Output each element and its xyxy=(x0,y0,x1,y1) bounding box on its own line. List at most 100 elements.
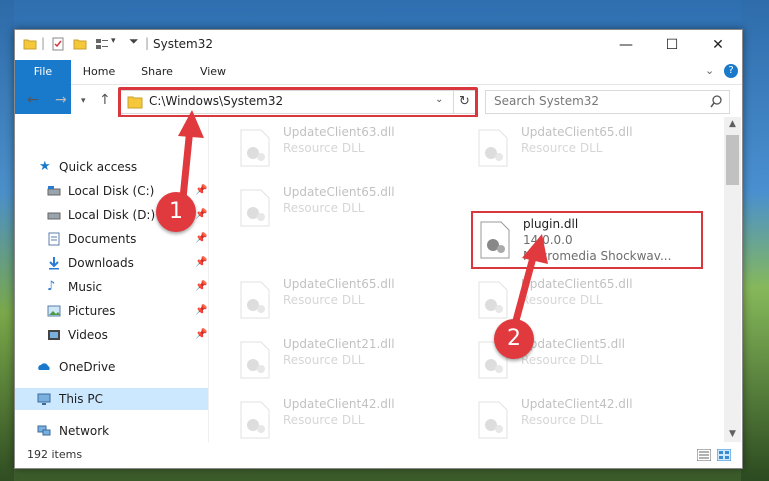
file-item[interactable]: UpdateClient42.dll Resource DLL xyxy=(471,393,699,442)
properties-icon[interactable] xyxy=(51,37,65,51)
file-item[interactable]: UpdateClient65.dll Resource DLL xyxy=(471,121,699,175)
search-input[interactable]: Search System32 xyxy=(494,94,599,108)
file-type: Resource DLL xyxy=(283,201,365,215)
network-icon xyxy=(37,425,51,436)
videos-icon xyxy=(48,330,60,340)
sidebar-item-label: Local Disk (D:) xyxy=(68,208,156,222)
step-badge-1: 1 xyxy=(156,192,196,232)
new-folder-icon[interactable] xyxy=(73,37,87,51)
maximize-button[interactable]: ☐ xyxy=(649,30,695,60)
title-bar: | ▾ ⏷ | System32 — ☐ ✕ xyxy=(15,30,742,60)
pin-icon[interactable]: 📌 xyxy=(195,324,207,346)
sidebar-item-this-pc[interactable]: This PC xyxy=(15,388,208,410)
sidebar-item-label: This PC xyxy=(59,392,103,406)
help-icon[interactable]: ? xyxy=(724,64,738,78)
sidebar-item-label: Music xyxy=(68,280,103,294)
search-box[interactable]: Search System32 xyxy=(485,90,730,114)
window-title: System32 xyxy=(153,37,214,51)
dll-file-icon xyxy=(240,341,270,379)
drive-icon xyxy=(47,186,61,196)
pin-icon[interactable]: 📌 xyxy=(195,276,207,298)
music-icon: ♪ xyxy=(47,279,56,294)
explorer-window: | ▾ ⏷ | System32 — ☐ ✕ File Home Share V… xyxy=(14,29,743,469)
step-badge-2: 2 xyxy=(494,319,534,359)
item-count: 192 items xyxy=(27,448,83,461)
dll-file-icon xyxy=(240,129,270,167)
dll-file-icon xyxy=(240,401,270,439)
back-arrow-icon[interactable]: ← xyxy=(27,92,39,108)
onedrive-icon xyxy=(38,363,50,370)
separator: | xyxy=(41,36,46,50)
file-type: Resource DLL xyxy=(283,141,365,155)
forward-arrow-icon[interactable]: → xyxy=(55,92,67,108)
sidebar-item-music[interactable]: ♪ Music 📌 xyxy=(15,276,208,298)
sidebar-item-network[interactable]: Network xyxy=(15,420,208,442)
sidebar-item-label: OneDrive xyxy=(59,360,116,374)
search-icon xyxy=(710,95,722,108)
documents-icon xyxy=(48,232,60,246)
sidebar-item-label: Network xyxy=(59,424,110,438)
status-bar: 192 items xyxy=(15,442,742,468)
file-item[interactable]: UpdateClient65.dll Resource DLL xyxy=(233,273,461,327)
expand-ribbon-icon[interactable]: ⌄ xyxy=(705,64,714,77)
navigation-bar: ← → ▾ ↑ C:\Windows\System32 ⌄ ↻ Search S… xyxy=(15,85,742,118)
large-icons-view-icon[interactable] xyxy=(717,449,731,461)
close-button[interactable]: ✕ xyxy=(695,30,741,60)
sidebar-item-pictures[interactable]: Pictures 📌 xyxy=(15,300,208,322)
file-item[interactable]: UpdateClient65.dll Resource DLL xyxy=(233,181,461,235)
sidebar-item-onedrive[interactable]: OneDrive xyxy=(15,356,208,378)
dropdown-arrow-icon[interactable]: ▾ xyxy=(111,36,116,46)
file-name: plugin.dll xyxy=(523,217,579,231)
dll-file-icon xyxy=(240,189,270,227)
file-item[interactable]: UpdateClient21.dll Resource DLL xyxy=(233,333,461,387)
file-list: UpdateClient63.dll Resource DLL UpdateCl… xyxy=(209,117,724,442)
dll-file-icon xyxy=(478,129,508,167)
file-name: UpdateClient65.dll xyxy=(521,125,633,139)
sidebar-item-downloads[interactable]: Downloads 📌 xyxy=(15,252,208,274)
vertical-scrollbar[interactable]: ▲ ▼ xyxy=(724,117,741,442)
tab-home[interactable]: Home xyxy=(77,60,121,84)
pictures-icon xyxy=(47,305,61,317)
pin-icon[interactable]: 📌 xyxy=(195,228,207,250)
tab-view[interactable]: View xyxy=(191,60,235,84)
file-type: Resource DLL xyxy=(283,353,365,367)
file-name: UpdateClient42.dll xyxy=(521,397,633,411)
dll-file-icon xyxy=(240,281,270,319)
view-options-icon[interactable] xyxy=(95,37,109,51)
details-view-icon[interactable] xyxy=(697,449,711,461)
drive-icon xyxy=(47,212,61,220)
sidebar-item-label: Documents xyxy=(68,232,137,246)
pin-icon[interactable]: 📌 xyxy=(195,300,207,322)
sidebar-item-label: Pictures xyxy=(68,304,116,318)
dll-file-icon xyxy=(478,401,508,439)
scroll-down-icon[interactable]: ▼ xyxy=(724,429,741,439)
pin-icon[interactable]: 📌 xyxy=(195,252,207,274)
recent-locations-icon[interactable]: ▾ xyxy=(81,96,86,106)
scroll-up-icon[interactable]: ▲ xyxy=(724,119,741,129)
this-pc-icon xyxy=(37,393,51,405)
file-type: Resource DLL xyxy=(521,413,603,427)
desktop-background-left xyxy=(0,0,14,481)
file-name: UpdateClient21.dll xyxy=(283,337,395,351)
file-type: Resource DLL xyxy=(521,353,603,367)
file-item[interactable]: UpdateClient42.dll Resource DLL xyxy=(233,393,461,442)
minimize-button[interactable]: — xyxy=(603,30,649,60)
sidebar-item-label: Downloads xyxy=(68,256,134,270)
file-item[interactable]: UpdateClient63.dll Resource DLL xyxy=(233,121,461,175)
file-type: Resource DLL xyxy=(283,413,365,427)
file-name: UpdateClient65.dll xyxy=(283,185,395,199)
downloads-icon xyxy=(49,257,59,270)
desktop-background-right xyxy=(741,0,769,481)
ribbon: File Home Share View ⌄ ? xyxy=(15,60,742,114)
star-icon: ★ xyxy=(39,159,51,174)
sidebar-item-label: Quick access xyxy=(59,160,138,174)
tab-share[interactable]: Share xyxy=(135,60,179,84)
file-type: Resource DLL xyxy=(521,141,603,155)
separator: | xyxy=(145,36,150,50)
up-arrow-icon[interactable]: ↑ xyxy=(99,92,111,108)
customize-quick-access-icon[interactable]: ⏷ xyxy=(129,34,139,49)
file-name: UpdateClient42.dll xyxy=(283,397,395,411)
sidebar-item-videos[interactable]: Videos 📌 xyxy=(15,324,208,346)
scrollbar-thumb[interactable] xyxy=(726,135,739,185)
file-name: UpdateClient63.dll xyxy=(283,125,395,139)
